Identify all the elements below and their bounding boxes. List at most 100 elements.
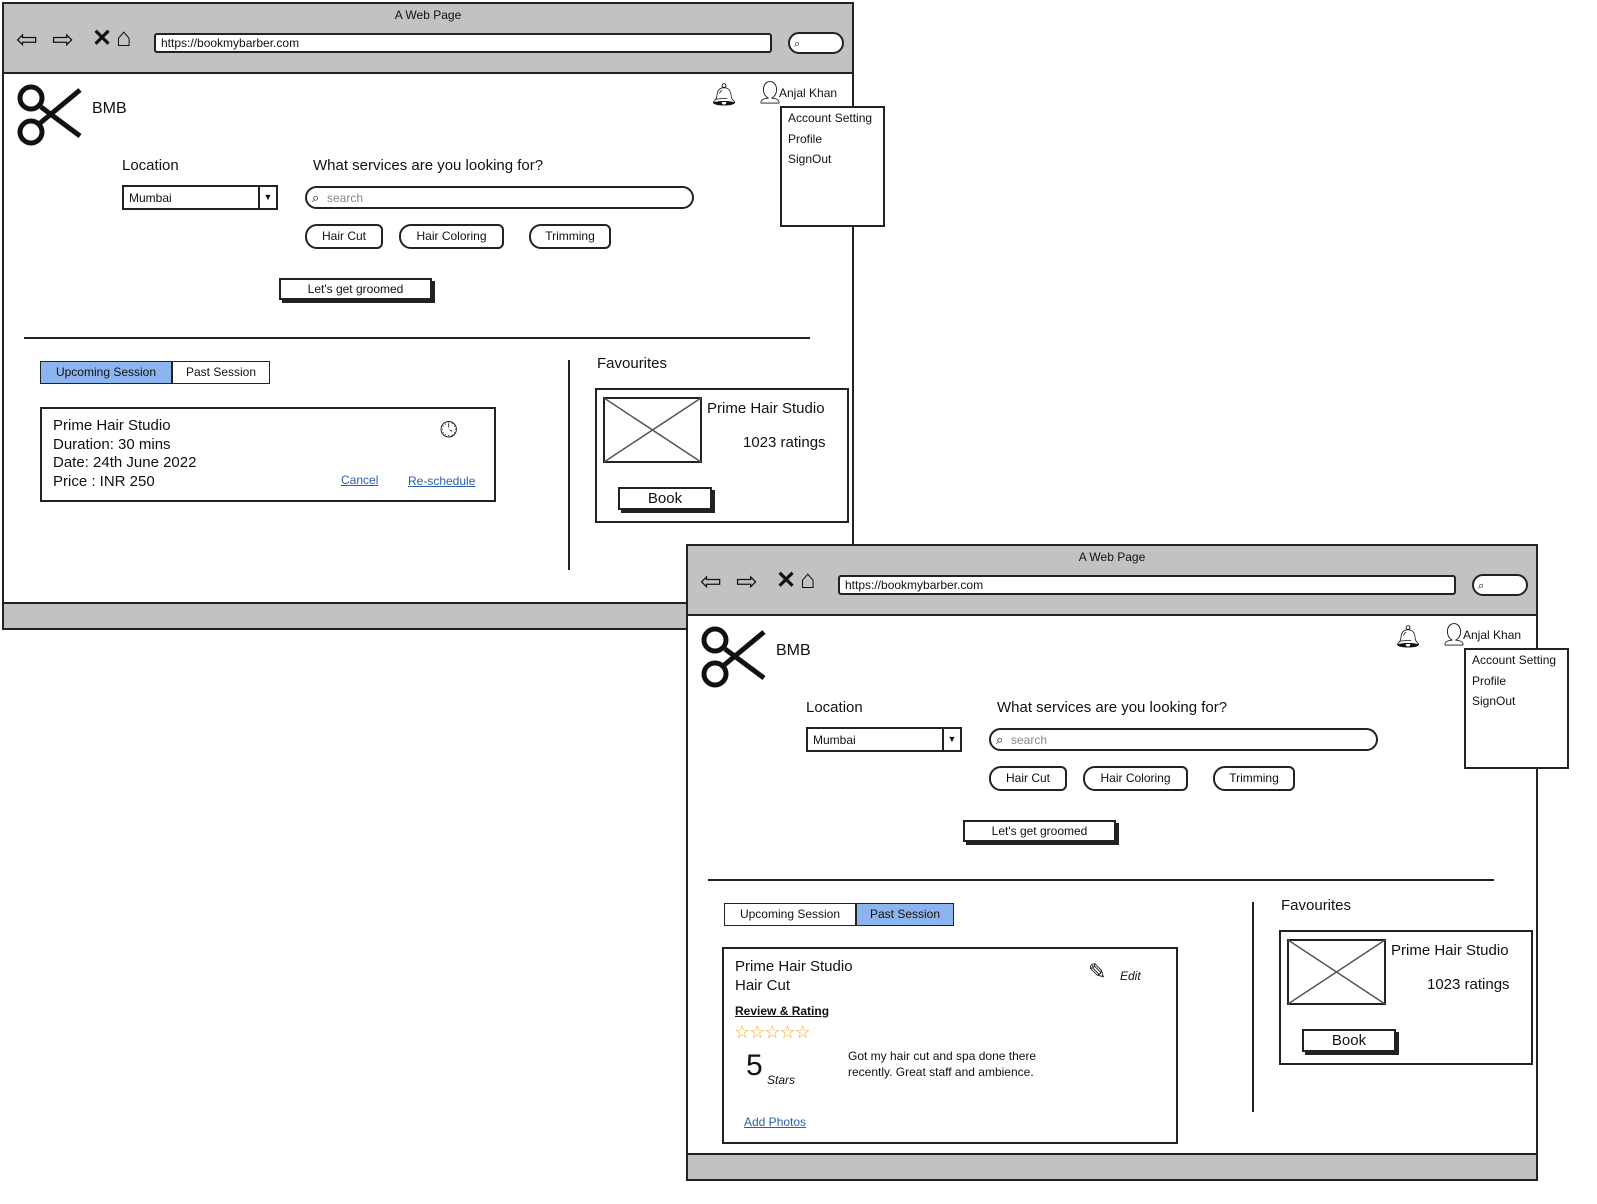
service-name: Hair Cut [735,977,791,994]
rating-unit: Stars [767,1073,796,1087]
tab-upcoming-session[interactable]: Upcoming Session [40,361,172,384]
search-icon: ⌕ [794,38,801,50]
studio-name: Prime Hair Studio [735,958,853,975]
divider [708,879,1494,881]
favourite-card: Prime Hair Studio 1023 ratings Book [1279,930,1533,1065]
tab-past-session[interactable]: Past Session [172,361,270,384]
favourite-name: Prime Hair Studio [707,400,825,417]
home-icon[interactable]: ⌂ [800,564,816,595]
cancel-link[interactable]: Cancel [341,473,378,487]
session-detail: Prime Hair Studio [53,417,171,434]
forward-icon[interactable]: ⇨ [736,566,758,597]
chevron-down-icon: ▼ [258,187,276,208]
service-chip[interactable]: Hair Cut [305,224,383,249]
location-value: Mumbai [813,733,856,747]
review-heading: Review & Rating [735,1004,830,1018]
star-icon[interactable]: ☆ [764,1022,780,1042]
clock-icon: 🕓︎ [440,417,458,442]
window-title: A Web Page [1078,550,1146,564]
favourites-label: Favourites [1281,897,1352,914]
service-chip[interactable]: Trimming [529,224,611,249]
status-bar [688,1153,1536,1179]
brand-name: BMB [92,100,127,117]
user-name[interactable]: Anjal Khan [779,86,837,100]
notification-bell-icon[interactable]: 🔔︎ [1394,624,1422,650]
notification-bell-icon[interactable]: 🔔︎ [710,82,738,108]
search-icon: ⌕ [312,190,320,205]
search-placeholder: search [1011,733,1048,747]
browser-search-button[interactable]: ⌕ [1472,574,1528,596]
user-menu: Account Setting Profile SignOut [1464,648,1569,769]
favourite-ratings: 1023 ratings [743,434,826,451]
tab-past-session[interactable]: Past Session [856,903,954,926]
location-value: Mumbai [129,191,172,205]
close-icon[interactable]: ✕ [776,566,796,595]
service-chip[interactable]: Hair Cut [989,766,1067,791]
browser-window: A Web Page ⇦ ⇨ ✕ ⌂ https://bookmybarber.com ⌕ B… [686,544,1569,1181]
book-button[interactable]: Book [618,487,712,510]
service-chip[interactable]: Hair Coloring [399,224,504,249]
user-name[interactable]: Anjal Khan [1463,628,1521,642]
star-icon[interactable]: ☆ [779,1022,795,1042]
url-input[interactable]: https://bookmybarber.com [154,33,772,53]
user-menu-item[interactable]: Account Setting [788,111,872,125]
location-label: Location [122,157,179,174]
reschedule-link[interactable]: Re-schedule [408,474,475,488]
location-select[interactable]: Mumbai ▼ [122,185,278,210]
back-icon[interactable]: ⇦ [16,24,38,55]
user-menu-item[interactable]: SignOut [1472,694,1515,708]
session-detail: Date: 24th June 2022 [53,454,197,471]
user-menu-item[interactable]: Account Setting [1472,653,1556,667]
location-select[interactable]: Mumbai ▼ [806,727,962,752]
star-icon[interactable]: ☆ [734,1022,750,1042]
search-icon: ⌕ [996,732,1004,747]
star-rating[interactable]: ☆☆☆☆☆ [734,1022,811,1043]
session-detail: Price : INR 250 [53,472,155,490]
star-icon[interactable]: ☆ [795,1022,811,1042]
back-icon[interactable]: ⇦ [700,566,722,597]
session-card: Prime Hair Studio Duration: 30 mins Date: … [40,407,496,502]
service-search-input[interactable]: ⌕ search [989,728,1378,751]
user-menu: Account Setting Profile SignOut [780,106,885,227]
home-icon[interactable]: ⌂ [116,22,132,53]
browser-window: A Web Page ⇦ ⇨ ✕ ⌂ https://bookmybarber.com ⌕ B… [2,2,885,630]
url-input[interactable]: https://bookmybarber.com [838,575,1456,595]
past-session-card: Prime Hair Studio Hair Cut Review & Rating… [722,947,1178,1144]
user-menu-item[interactable]: Profile [1472,674,1506,688]
review-text: Got my hair cut and spa done there recen… [848,1049,1037,1079]
book-button[interactable]: Book [1302,1029,1396,1052]
user-menu-item[interactable]: Profile [788,132,822,146]
service-chip[interactable]: Hair Coloring [1083,766,1188,791]
image-placeholder-icon [603,397,702,463]
scissors-logo-icon [701,626,766,688]
search-placeholder: search [327,191,364,205]
tab-upcoming-session[interactable]: Upcoming Session [724,903,856,926]
location-label: Location [806,699,863,716]
add-photos-link[interactable]: Add Photos [744,1115,806,1129]
image-placeholder-icon [1287,939,1386,1005]
user-menu-item[interactable]: SignOut [788,152,831,166]
scissors-logo-icon [17,84,82,146]
browser-search-button[interactable]: ⌕ [788,32,844,54]
vertical-divider [1252,902,1254,1112]
forward-icon[interactable]: ⇨ [52,24,74,55]
chevron-down-icon: ▼ [942,729,960,750]
session-detail: Duration: 30 mins [53,435,171,453]
favourite-name: Prime Hair Studio [1391,942,1509,959]
services-label: What services are you looking for? [313,157,544,174]
brand-name: BMB [776,642,811,659]
service-search-input[interactable]: ⌕ search [305,186,694,209]
edit-icon[interactable]: ✎ [1088,959,1106,985]
service-chip[interactable]: Trimming [1213,766,1295,791]
favourite-card: Prime Hair Studio 1023 ratings Book [595,388,849,523]
lets-get-groomed-button[interactable]: Let's get groomed [963,820,1116,842]
window-title: A Web Page [394,8,462,22]
rating-value: 5 [746,1049,763,1082]
services-label: What services are you looking for? [997,699,1228,716]
edit-link[interactable]: Edit [1120,969,1141,983]
favourites-label: Favourites [597,355,668,372]
star-icon[interactable]: ☆ [749,1022,765,1042]
lets-get-groomed-button[interactable]: Let's get groomed [279,278,432,300]
close-icon[interactable]: ✕ [92,24,112,53]
divider [24,337,810,339]
